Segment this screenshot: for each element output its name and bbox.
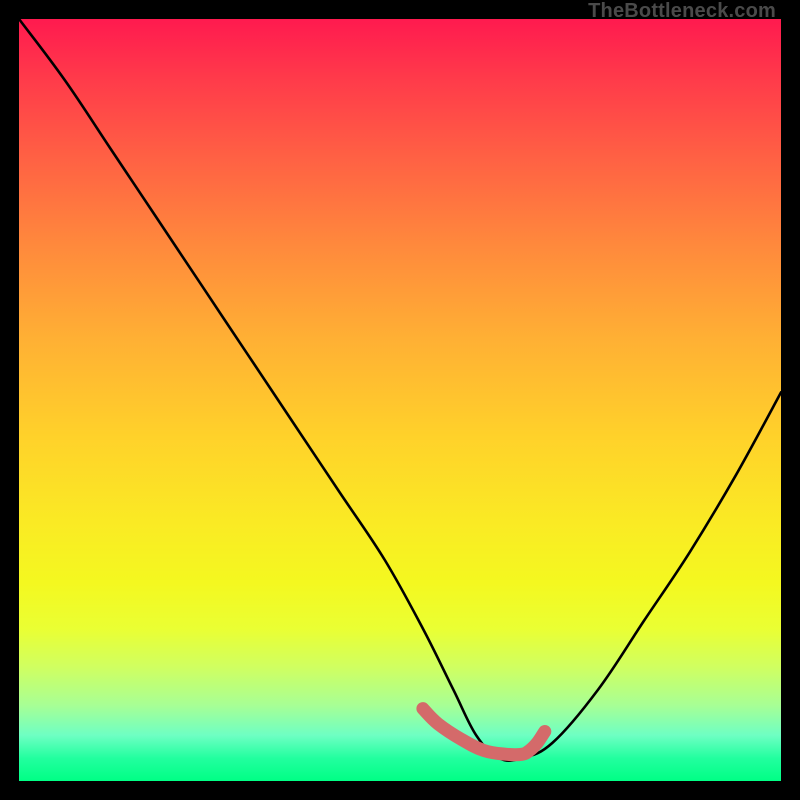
- bottleneck-chart-svg: [19, 19, 781, 781]
- chart-area: [19, 19, 781, 781]
- bottleneck-curve: [19, 19, 781, 761]
- highlight-segment: [423, 709, 545, 755]
- watermark-text: TheBottleneck.com: [588, 0, 776, 23]
